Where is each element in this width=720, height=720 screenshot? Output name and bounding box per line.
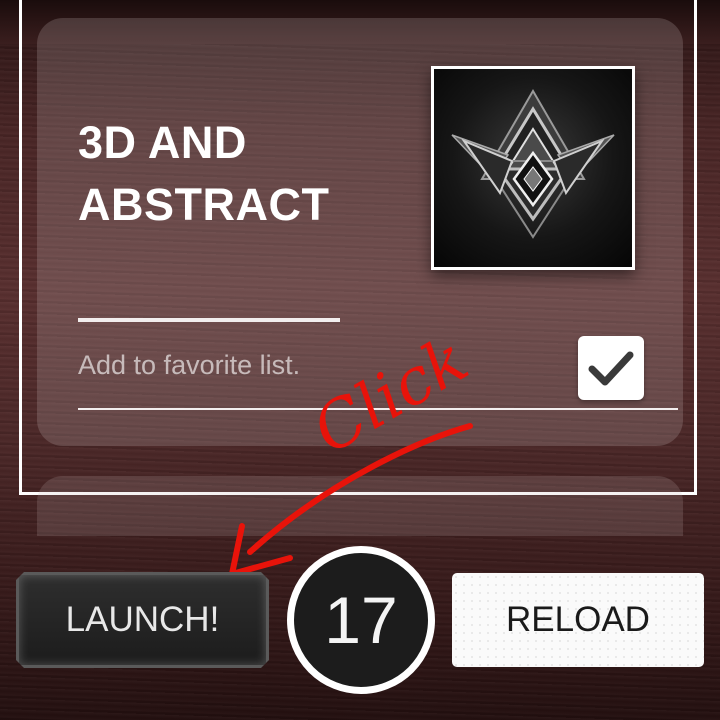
- reload-button[interactable]: RELOAD: [452, 573, 704, 667]
- arrow-head-right: [229, 555, 293, 577]
- abstract-artwork-icon: [451, 89, 615, 239]
- card-title-line1: 3D AND: [78, 117, 247, 168]
- favorite-label: Add to favorite list.: [78, 350, 301, 380]
- card-title-line2: ABSTRACT: [78, 179, 330, 230]
- category-thumbnail[interactable]: [431, 66, 635, 270]
- title-divider: [78, 318, 340, 322]
- checkmark-icon: [588, 351, 634, 386]
- card-bottom-divider: [78, 408, 678, 410]
- launch-button[interactable]: LAUNCH!: [16, 572, 269, 668]
- next-category-card[interactable]: [37, 476, 683, 536]
- counter-badge: 17: [287, 546, 435, 694]
- card-title: 3D AND ABSTRACT: [78, 112, 329, 236]
- favorite-checkbox[interactable]: [578, 336, 644, 400]
